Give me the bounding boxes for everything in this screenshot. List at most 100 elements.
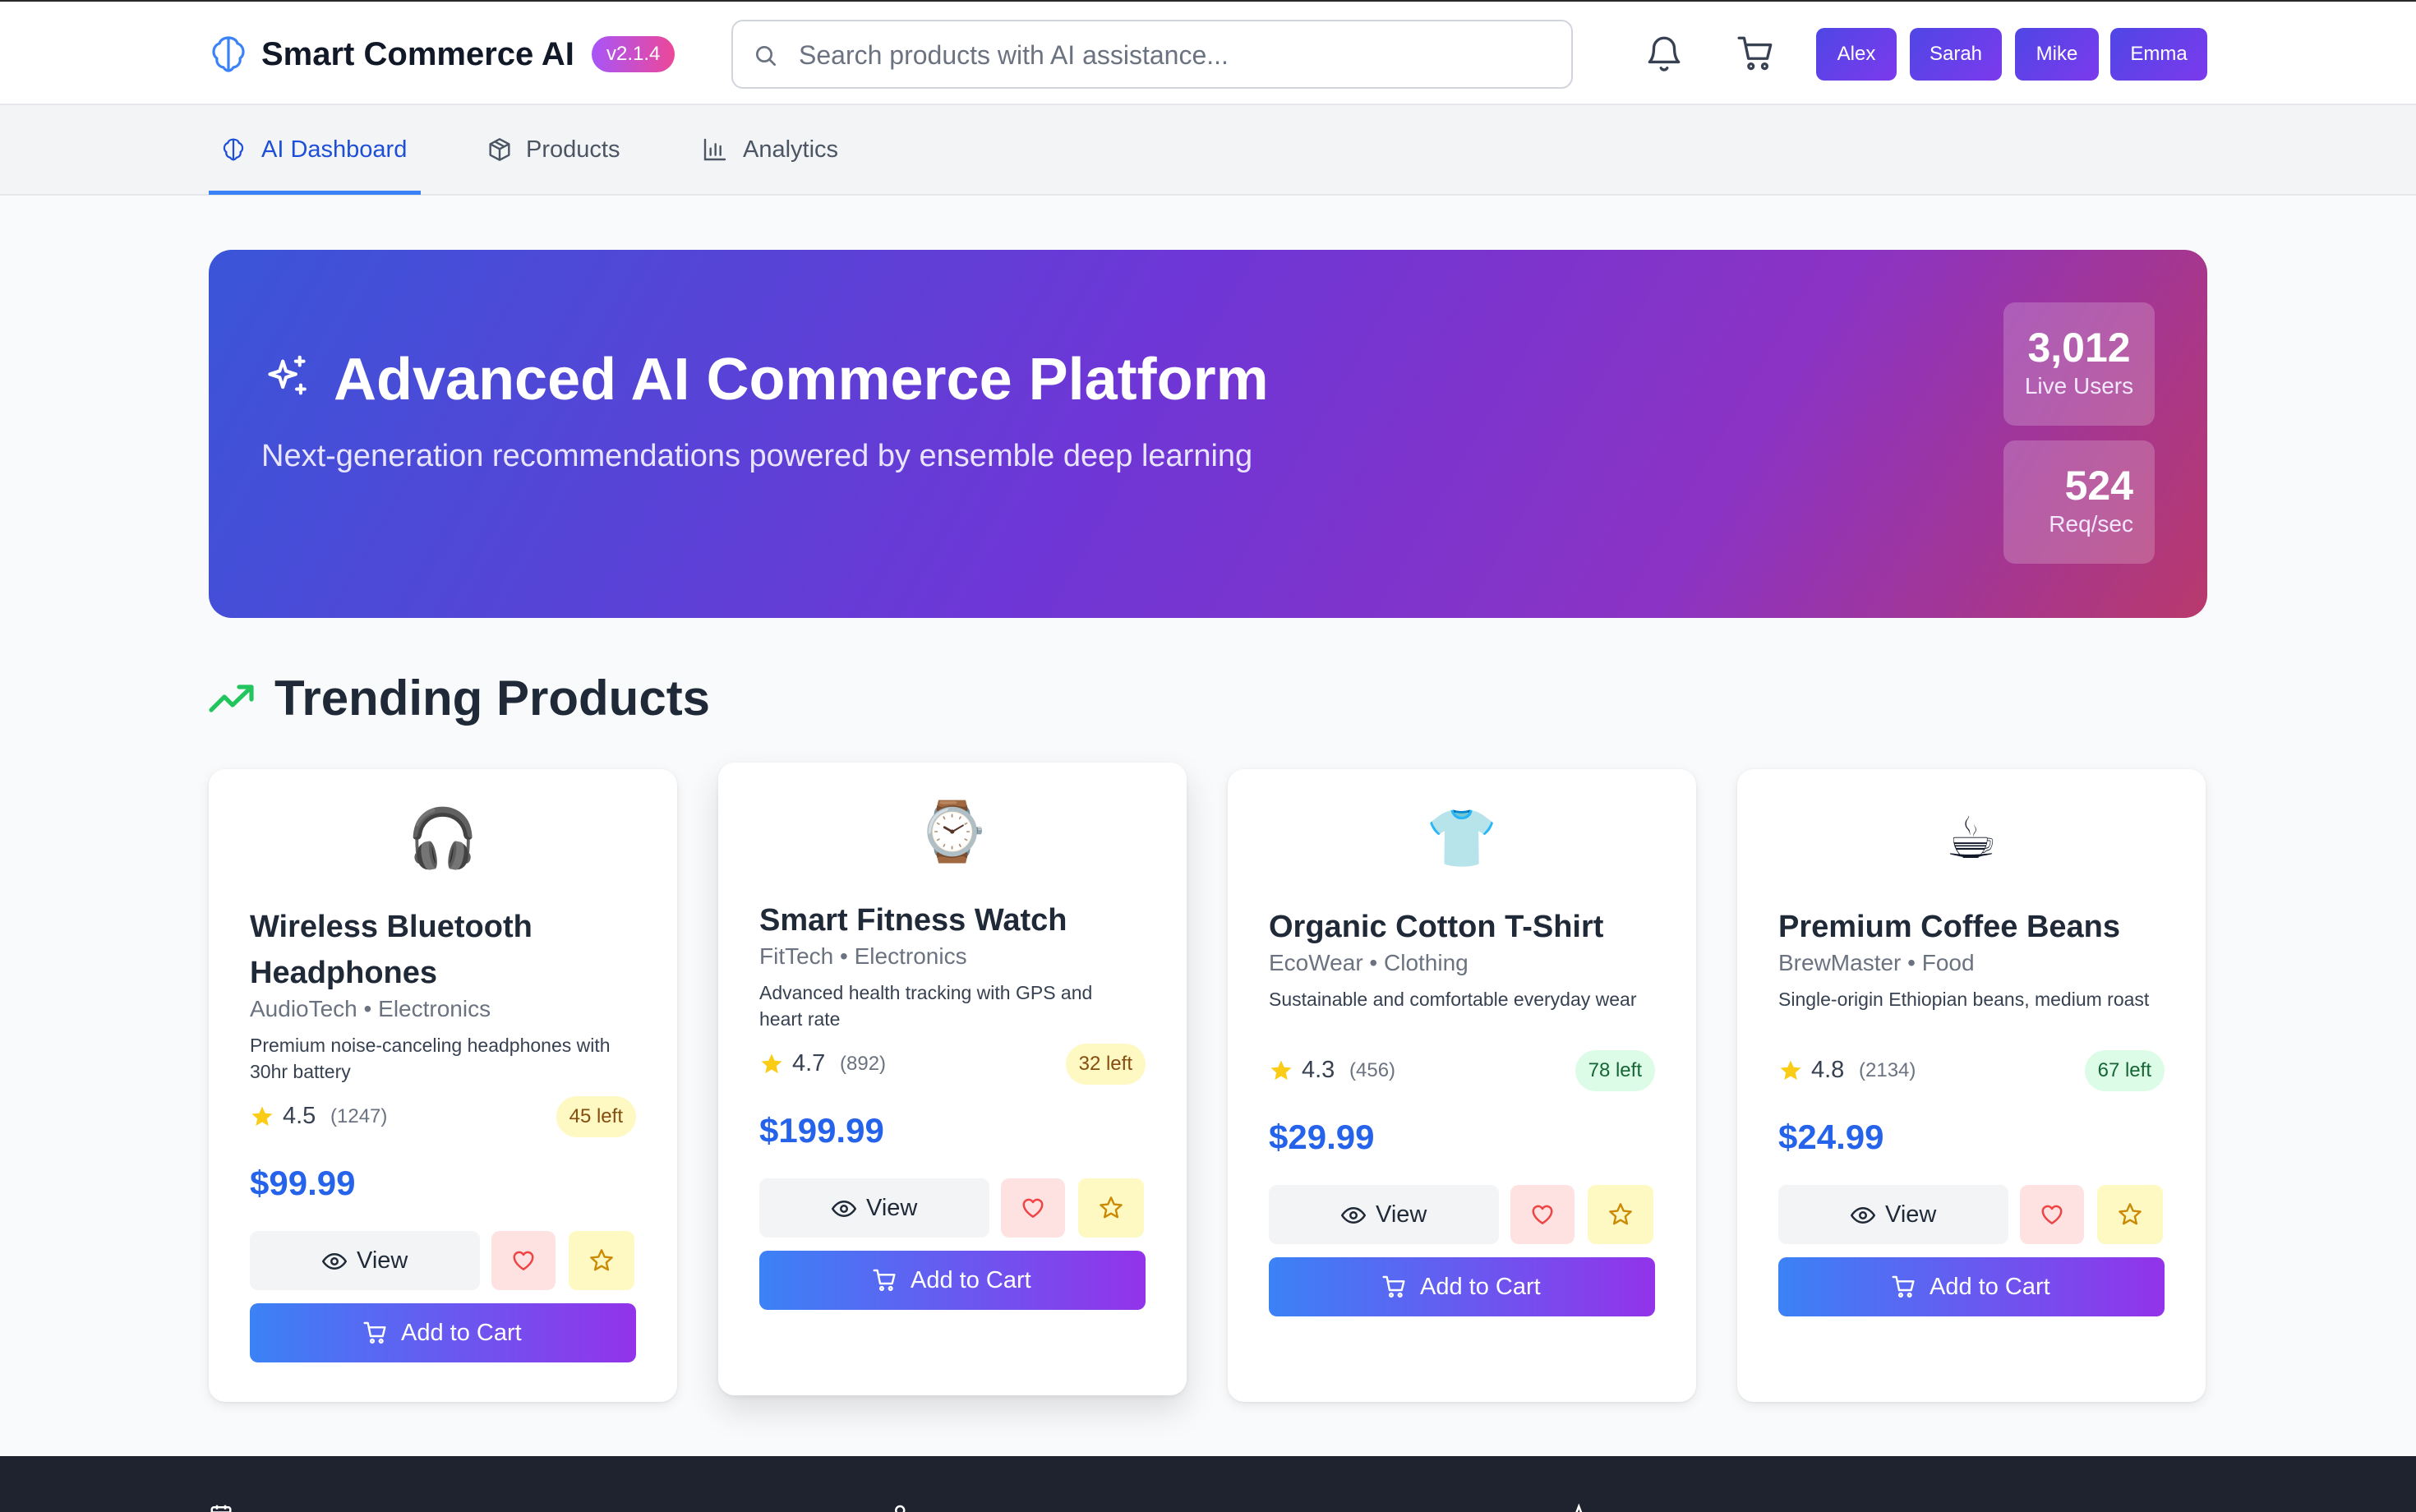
product-brand: BrewMaster [1778, 950, 1902, 975]
favorite-button[interactable] [2097, 1185, 2163, 1244]
star-icon [1270, 1060, 1292, 1081]
eye-icon [832, 1200, 856, 1218]
product-card[interactable]: 🎧 Wireless Bluetooth Headphones AudioTec… [209, 769, 677, 1402]
product-name[interactable]: Organic Cotton T-Shirt [1269, 904, 1663, 950]
product-name[interactable]: Premium Coffee Beans [1778, 904, 2173, 950]
add-to-cart-button[interactable]: Add to Cart [759, 1251, 1146, 1310]
view-button-label: View [1885, 1201, 1937, 1228]
add-to-cart-button[interactable]: Add to Cart [250, 1303, 636, 1362]
wishlist-button[interactable] [2020, 1185, 2084, 1244]
product-description: Premium noise-canceling headphones with … [250, 1035, 611, 1082]
product-description: Advanced health tracking with GPS and he… [759, 982, 1093, 1030]
favorite-button[interactable] [1078, 1178, 1144, 1238]
rating-value: 4.3 [1302, 1057, 1335, 1083]
wishlist-button[interactable] [1510, 1185, 1575, 1244]
review-count: (456) [1349, 1059, 1396, 1081]
product-name[interactable]: Wireless Bluetooth Headphones [250, 904, 644, 996]
brain-icon [223, 138, 244, 161]
view-button[interactable]: View [250, 1231, 480, 1290]
heart-icon [2041, 1205, 2063, 1224]
tab-label: Analytics [743, 136, 839, 163]
wishlist-button[interactable] [1001, 1178, 1065, 1238]
brand-name[interactable]: Smart Commerce AI [261, 35, 574, 74]
user-button-mike[interactable]: Mike [2015, 28, 2099, 81]
stat-live-users: 3,012 Live Users [2003, 302, 2155, 426]
headphones-icon: 🎧 [407, 804, 479, 872]
product-meta: EcoWear • Clothing [1269, 950, 1469, 975]
add-to-cart-label: Add to Cart [911, 1267, 1031, 1293]
notification-bell-icon[interactable] [1644, 33, 1685, 74]
view-button[interactable]: View [759, 1178, 989, 1238]
product-meta: BrewMaster • Food [1778, 950, 1975, 975]
sparkles-icon [268, 355, 307, 395]
favorite-button[interactable] [1588, 1185, 1653, 1244]
add-to-cart-label: Add to Cart [1420, 1274, 1541, 1300]
footer-panel [0, 1456, 2416, 1512]
product-brand: AudioTech [250, 996, 357, 1021]
user-button-emma[interactable]: Emma [2110, 28, 2207, 81]
favorite-button[interactable] [569, 1231, 634, 1290]
product-description: Sustainable and comfortable everyday wea… [1269, 989, 1637, 1010]
product-price: $29.99 [1269, 1118, 1375, 1156]
rating-row: 4.5 (1247) 45 left [250, 1096, 636, 1137]
eye-icon [1341, 1206, 1366, 1224]
star-outline-icon [590, 1249, 613, 1271]
review-count: (892) [840, 1053, 887, 1075]
version-badge: v2.1.4 [592, 36, 675, 72]
product-card[interactable]: ⌚ Smart Fitness Watch FitTech • Electron… [718, 763, 1187, 1395]
view-button-label: View [1376, 1201, 1427, 1228]
nav-tabs: AI Dashboard Products Analytics [0, 105, 2416, 196]
view-button[interactable]: View [1778, 1185, 2008, 1244]
product-price: $24.99 [1778, 1118, 1884, 1156]
stat-value: 524 [2064, 463, 2133, 509]
heart-icon [1022, 1198, 1044, 1218]
add-to-cart-label: Add to Cart [1930, 1274, 2050, 1300]
tab-analytics[interactable]: Analytics [700, 105, 861, 196]
add-to-cart-button[interactable]: Add to Cart [1269, 1257, 1655, 1316]
user-button-alex[interactable]: Alex [1816, 28, 1897, 81]
tab-label: Products [526, 136, 620, 163]
star-icon [251, 1106, 273, 1127]
stat-label: Live Users [2024, 373, 2134, 399]
rating-row: 4.3 (456) 78 left [1269, 1050, 1655, 1091]
star-outline-icon [1609, 1203, 1632, 1225]
cart-icon [1892, 1275, 1915, 1298]
product-card[interactable]: ☕ Premium Coffee Beans BrewMaster • Food… [1737, 769, 2206, 1402]
view-button[interactable]: View [1269, 1185, 1499, 1244]
star-outline-icon [1100, 1196, 1123, 1219]
user-button-sarah[interactable]: Sarah [1910, 28, 2002, 81]
stock-badge: 45 left [556, 1096, 636, 1137]
brain-logo-icon[interactable] [209, 33, 248, 76]
view-button-label: View [357, 1247, 408, 1274]
rating-value: 4.8 [1811, 1057, 1845, 1083]
stock-badge: 32 left [1065, 1044, 1146, 1085]
product-brand: EcoWear [1269, 950, 1363, 975]
cart-icon [873, 1269, 896, 1292]
product-card[interactable]: 👕 Organic Cotton T-Shirt EcoWear • Cloth… [1228, 769, 1696, 1402]
stock-badge: 78 left [1575, 1050, 1655, 1091]
product-category: Electronics [854, 943, 967, 969]
rating-value: 4.7 [792, 1050, 826, 1076]
product-price: $199.99 [759, 1111, 884, 1150]
wishlist-button[interactable] [491, 1231, 556, 1290]
add-to-cart-button[interactable]: Add to Cart [1778, 1257, 2165, 1316]
tab-products[interactable]: Products [485, 105, 641, 196]
cart-icon[interactable] [1736, 33, 1777, 74]
product-category: Electronics [378, 996, 491, 1021]
tab-ai-dashboard[interactable]: AI Dashboard [209, 105, 421, 196]
rating-row: 4.8 (2134) 67 left [1778, 1050, 2165, 1091]
product-category: Clothing [1384, 950, 1469, 975]
review-count: (1247) [330, 1105, 388, 1127]
product-category: Food [1921, 950, 1975, 975]
star-icon [1780, 1060, 1801, 1081]
product-price: $99.99 [250, 1164, 356, 1202]
search-icon [756, 46, 776, 66]
stat-label: Req/sec [2049, 511, 2133, 537]
calendar-icon [210, 1505, 232, 1512]
hero-subtitle: Next-generation recommendations powered … [261, 439, 1253, 473]
product-name[interactable]: Smart Fitness Watch [759, 897, 1154, 943]
hero-title: Advanced AI Commerce Platform [334, 347, 1269, 413]
add-to-cart-label: Add to Cart [401, 1320, 522, 1346]
search-input[interactable] [799, 36, 1538, 74]
search-box[interactable] [731, 20, 1573, 89]
